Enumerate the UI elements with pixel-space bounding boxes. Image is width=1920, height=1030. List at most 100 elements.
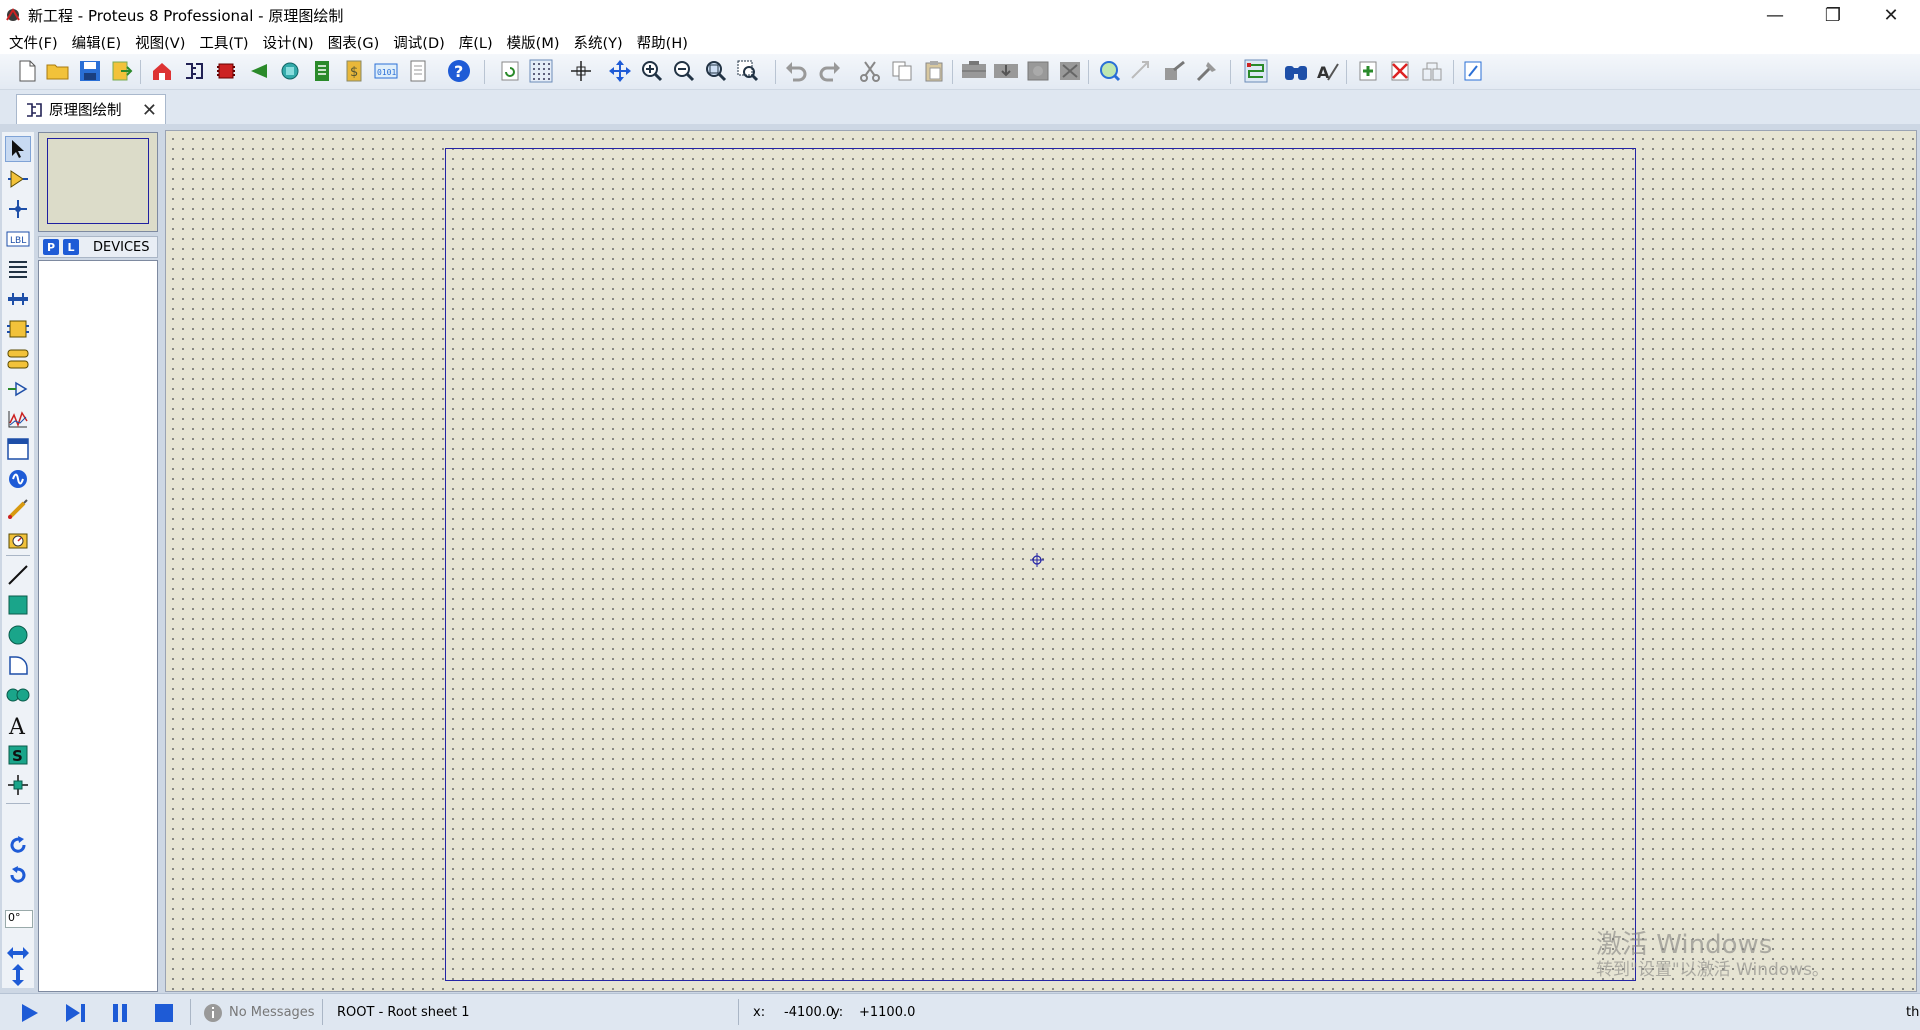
pcb-icon[interactable]	[213, 58, 239, 84]
refresh-icon[interactable]	[497, 58, 523, 84]
text-script-icon[interactable]	[5, 256, 31, 282]
menu-template[interactable]: 模版(M)	[500, 32, 567, 53]
goto-sheet-icon[interactable]	[1419, 58, 1445, 84]
title-bar: 新工程 - Proteus 8 Professional - 原理图绘制 — ❐…	[0, 0, 1920, 30]
grid-icon[interactable]	[528, 58, 554, 84]
voltage-probe-icon[interactable]	[5, 496, 31, 522]
symbol-icon[interactable]: S	[5, 742, 31, 768]
line-icon[interactable]	[5, 562, 31, 588]
3d-viewer-icon[interactable]	[277, 58, 303, 84]
rotate-anticlockwise-icon[interactable]	[5, 862, 31, 888]
menu-design[interactable]: 设计(N)	[256, 32, 321, 53]
selection-mode-icon[interactable]	[5, 136, 31, 162]
close-button[interactable]: ✕	[1862, 0, 1920, 30]
packaging-icon[interactable]	[1161, 58, 1187, 84]
block-delete-icon[interactable]	[1057, 58, 1083, 84]
component-mode-icon[interactable]	[5, 166, 31, 192]
generator-icon[interactable]	[5, 466, 31, 492]
cut-icon[interactable]	[857, 58, 883, 84]
library-manager-button[interactable]: L	[63, 239, 79, 255]
menu-tools[interactable]: 工具(T)	[192, 32, 255, 53]
mirror-vertical-icon[interactable]	[5, 962, 31, 988]
path-icon[interactable]	[5, 682, 31, 708]
arc-icon[interactable]	[5, 652, 31, 678]
save-icon[interactable]	[77, 58, 103, 84]
copy-icon[interactable]	[889, 58, 915, 84]
box-icon[interactable]	[5, 592, 31, 618]
terminals-icon[interactable]	[5, 346, 31, 372]
junction-dot-icon[interactable]	[5, 196, 31, 222]
units-indicator[interactable]: th	[1906, 1005, 1919, 1020]
circle-icon[interactable]	[5, 622, 31, 648]
paste-icon[interactable]	[921, 58, 947, 84]
gerber-icon[interactable]	[245, 58, 271, 84]
zoom-area-icon[interactable]	[735, 58, 761, 84]
menu-library[interactable]: 库(L)	[452, 32, 500, 53]
pick-from-library-button[interactable]: P	[43, 239, 59, 255]
redo-icon[interactable]	[816, 58, 842, 84]
pan-icon[interactable]	[607, 58, 633, 84]
property-assignment-icon[interactable]: A	[1315, 58, 1341, 84]
menu-system[interactable]: 系统(Y)	[567, 32, 630, 53]
notes-icon[interactable]	[405, 58, 431, 84]
menu-debug[interactable]: 调试(D)	[386, 32, 451, 53]
device-list[interactable]	[38, 260, 158, 992]
toolbar-separator	[1453, 60, 1454, 84]
open-folder-icon[interactable]	[45, 58, 71, 84]
block-move-icon[interactable]	[993, 58, 1019, 84]
zoom-in-icon[interactable]	[639, 58, 665, 84]
minimize-button[interactable]: —	[1746, 0, 1804, 30]
tab-close-icon[interactable]: ✕	[142, 100, 157, 121]
netlist-icon[interactable]	[1460, 58, 1486, 84]
pick-device-icon[interactable]	[1097, 58, 1123, 84]
svg-text:A: A	[8, 715, 26, 737]
search-icon[interactable]	[1283, 58, 1309, 84]
dollar-icon[interactable]: $	[341, 58, 367, 84]
delete-sheet-icon[interactable]	[1387, 58, 1413, 84]
toolbar-separator	[1088, 60, 1089, 84]
menu-edit[interactable]: 编辑(E)	[65, 32, 128, 53]
restore-button[interactable]: ❐	[1804, 0, 1862, 30]
undo-icon[interactable]	[784, 58, 810, 84]
binary-icon[interactable]: 0101	[373, 58, 399, 84]
marker-icon[interactable]	[5, 772, 31, 798]
graph-icon[interactable]	[5, 406, 31, 432]
virtual-instruments-icon[interactable]	[5, 526, 31, 552]
home-icon[interactable]	[149, 58, 175, 84]
origin-icon[interactable]	[568, 58, 594, 84]
new-sheet-icon[interactable]	[1355, 58, 1381, 84]
new-file-icon[interactable]	[14, 58, 40, 84]
tab-schematic-capture[interactable]: 原理图绘制 ✕	[16, 94, 166, 124]
bom-icon[interactable]	[309, 58, 335, 84]
schematic-canvas[interactable]: 激活 Windows 转到"设置"以激活 Windows。	[165, 130, 1917, 992]
block-rotate-icon[interactable]	[1025, 58, 1051, 84]
stop-button[interactable]	[150, 1000, 178, 1026]
play-button[interactable]	[16, 1000, 44, 1026]
import-icon[interactable]	[109, 58, 135, 84]
pause-button[interactable]	[106, 1000, 134, 1026]
rotate-clockwise-icon[interactable]	[5, 832, 31, 858]
tape-recorder-icon[interactable]	[5, 436, 31, 462]
decompose-icon[interactable]	[1193, 58, 1219, 84]
message-status[interactable]: No Messages	[229, 1005, 315, 1020]
text-icon[interactable]: A	[5, 712, 31, 738]
zoom-all-icon[interactable]	[703, 58, 729, 84]
wire-autorouter-icon[interactable]	[1243, 58, 1269, 84]
menu-view[interactable]: 视图(V)	[128, 32, 192, 53]
overview-window[interactable]	[38, 132, 158, 232]
info-icon[interactable]	[199, 1000, 227, 1026]
schematic-icon[interactable]	[181, 58, 207, 84]
wire-label-icon[interactable]: LBL	[5, 226, 31, 252]
buses-icon[interactable]	[5, 286, 31, 312]
help-icon[interactable]: ?	[446, 58, 472, 84]
step-button[interactable]	[61, 1000, 89, 1026]
menu-help[interactable]: 帮助(H)	[630, 32, 695, 53]
zoom-out-icon[interactable]	[671, 58, 697, 84]
make-device-icon[interactable]	[1129, 58, 1155, 84]
menu-file[interactable]: 文件(F)	[2, 32, 65, 53]
device-pins-icon[interactable]	[5, 376, 31, 402]
block-copy-icon[interactable]	[961, 58, 987, 84]
rotation-angle-field[interactable]: 0°	[5, 910, 33, 928]
subcircuit-icon[interactable]	[5, 316, 31, 342]
menu-graph[interactable]: 图表(G)	[321, 32, 387, 53]
